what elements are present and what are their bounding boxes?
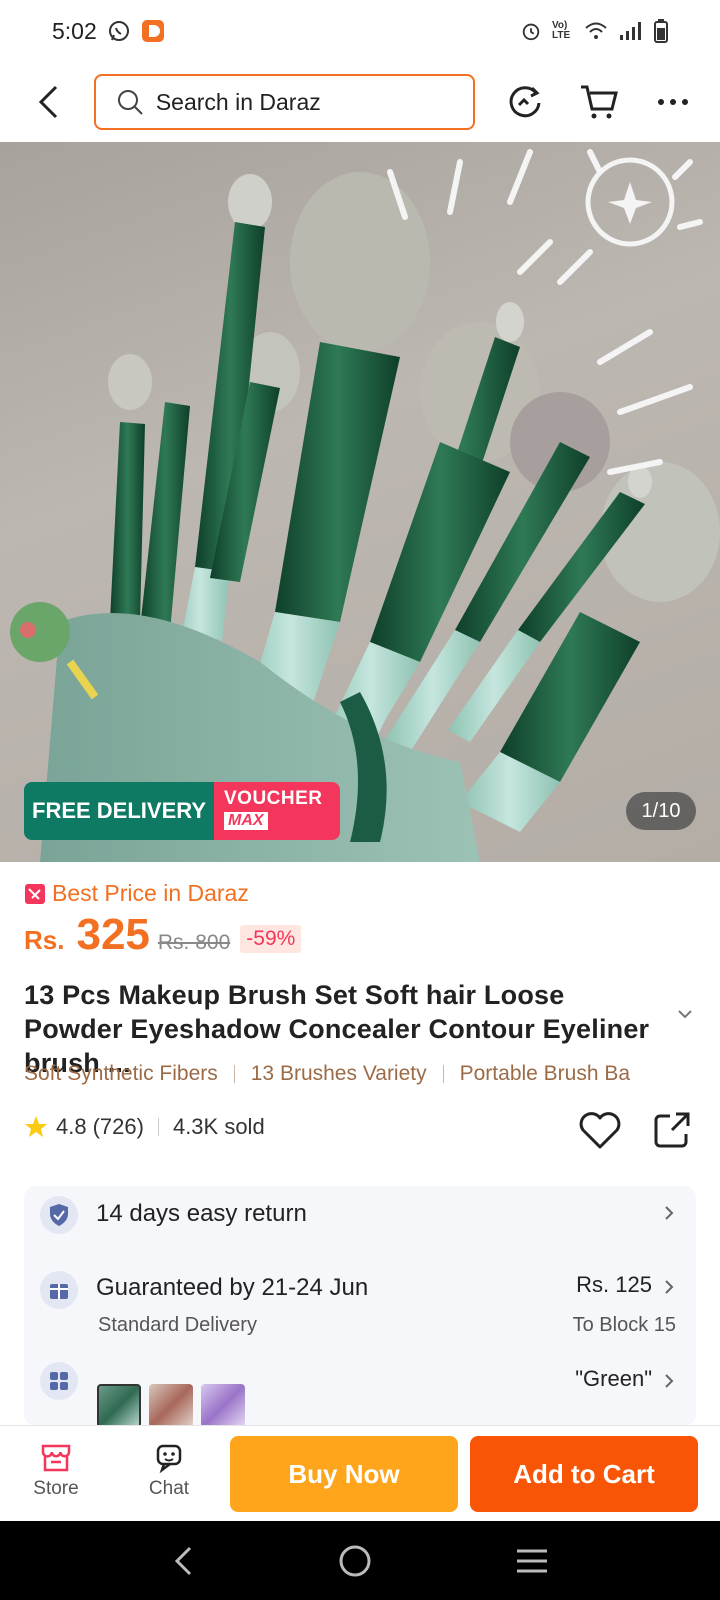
chat-button[interactable]: Chat [138, 1440, 200, 1500]
signal-icon [620, 22, 641, 40]
gift-box-icon [50, 1284, 68, 1299]
voucher-label: VOUCHER [224, 788, 323, 809]
alarm-icon [522, 23, 540, 41]
chat-icon [156, 1444, 182, 1474]
best-price-label: Best Price in Daraz [52, 880, 249, 906]
action-bar: Store Chat Buy Now Add to Cart [0, 1425, 720, 1521]
variant-grid-icon-wrap [40, 1362, 78, 1400]
volte-label: Vo) LTE [552, 20, 571, 41]
system-nav-bar [0, 1521, 720, 1600]
delivery-fee: Rs. 125 [576, 1272, 652, 1297]
search-placeholder: Search in Daraz [155, 88, 321, 115]
free-delivery-badge: FREE DELIVERY [24, 782, 214, 840]
rating-row[interactable]: 4.8 (726) 4.3K sold [24, 1114, 265, 1140]
wishlist-heart-icon[interactable] [578, 1110, 622, 1150]
system-recents-icon[interactable] [515, 1546, 549, 1576]
tag-item: 13 Brushes Variety [250, 1062, 427, 1085]
delivery-box-icon [40, 1271, 78, 1309]
product-photo [10, 149, 720, 862]
chevron-down-icon[interactable] [672, 1004, 698, 1024]
chat-label: Chat [148, 1478, 190, 1499]
chevron-right-icon[interactable] [662, 1278, 676, 1296]
more-dots-icon [658, 99, 689, 105]
product-tags: Soft Synthetic Fibers 13 Brushes Variety… [24, 1062, 720, 1086]
status-left: 5:02 [52, 18, 165, 45]
tag-divider [442, 1065, 444, 1083]
tag-item: Portable Brush Ba [459, 1062, 631, 1085]
store-button[interactable]: Store [22, 1440, 90, 1500]
best-price-badge: Best Price in Daraz [24, 880, 249, 907]
status-right: Vo) LTE [520, 19, 668, 43]
best-price-icon [25, 883, 45, 904]
chevron-right-icon[interactable] [662, 1372, 676, 1390]
chevron-right-icon[interactable] [662, 1204, 676, 1222]
whatsapp-icon [108, 21, 129, 41]
tag-item: Soft Synthetic Fibers [24, 1062, 218, 1085]
search-input[interactable]: Search in Daraz [93, 74, 475, 130]
search-icon [117, 90, 143, 115]
delivery-guarantee-label[interactable]: Guaranteed by 21-24 Jun [96, 1274, 368, 1302]
price-currency: Rs. [24, 925, 65, 955]
wifi-icon [585, 22, 607, 39]
variant-grid-icon [50, 1372, 68, 1390]
more-button[interactable] [650, 79, 696, 125]
shield-check-icon [50, 1204, 68, 1226]
status-time: 5:02 [52, 17, 97, 44]
top-nav: Search in Daraz [0, 62, 720, 142]
back-button[interactable] [24, 78, 72, 126]
voucher-max-badge: VOUCHER MAX [214, 782, 340, 840]
variant-swatch-green[interactable] [97, 1384, 141, 1428]
add-to-cart-button[interactable]: Add to Cart [470, 1436, 698, 1512]
tag-divider [233, 1065, 235, 1083]
status-bar: 5:02 Vo) LTE [0, 0, 720, 62]
delivery-type-label: Standard Delivery [98, 1314, 257, 1336]
discount-badge: -59% [240, 925, 302, 953]
system-home-icon[interactable] [338, 1544, 372, 1578]
rating-value: 4.8 [56, 1114, 87, 1139]
cart-icon [581, 85, 619, 119]
variant-swatch-brown[interactable] [149, 1384, 193, 1428]
review-count: (726) [92, 1114, 144, 1139]
return-policy-label[interactable]: 14 days easy return [96, 1200, 307, 1228]
battery-icon [654, 19, 668, 43]
refresh-icon [509, 86, 541, 118]
store-icon [41, 1444, 71, 1472]
price-row: Rs. 325 Rs. 800 -59% [24, 910, 302, 960]
current-price: 325 [76, 910, 150, 959]
buy-now-button[interactable]: Buy Now [230, 1436, 458, 1512]
delivery-destination: To Block 15 [572, 1314, 676, 1336]
sold-count: 4.3K sold [172, 1114, 265, 1139]
refresh-button[interactable] [503, 79, 549, 125]
cart-button[interactable] [576, 79, 622, 125]
selected-variant[interactable]: "Green" [575, 1366, 652, 1392]
return-shield-icon [40, 1196, 78, 1234]
share-icon[interactable] [652, 1110, 692, 1150]
star-icon [25, 1116, 47, 1137]
back-arrow-icon [38, 85, 57, 119]
image-page-counter: 1/10 [626, 792, 696, 830]
product-image-gallery[interactable]: FREE DELIVERY VOUCHER MAX 1/10 [0, 142, 720, 862]
variant-swatch-purple[interactable] [201, 1384, 245, 1428]
voucher-max-label: MAX [224, 812, 268, 830]
system-back-icon[interactable] [171, 1544, 195, 1578]
rating-divider [157, 1118, 159, 1136]
original-price: Rs. 800 [157, 931, 231, 954]
store-label: Store [33, 1478, 79, 1499]
daraz-app-icon [141, 20, 164, 42]
